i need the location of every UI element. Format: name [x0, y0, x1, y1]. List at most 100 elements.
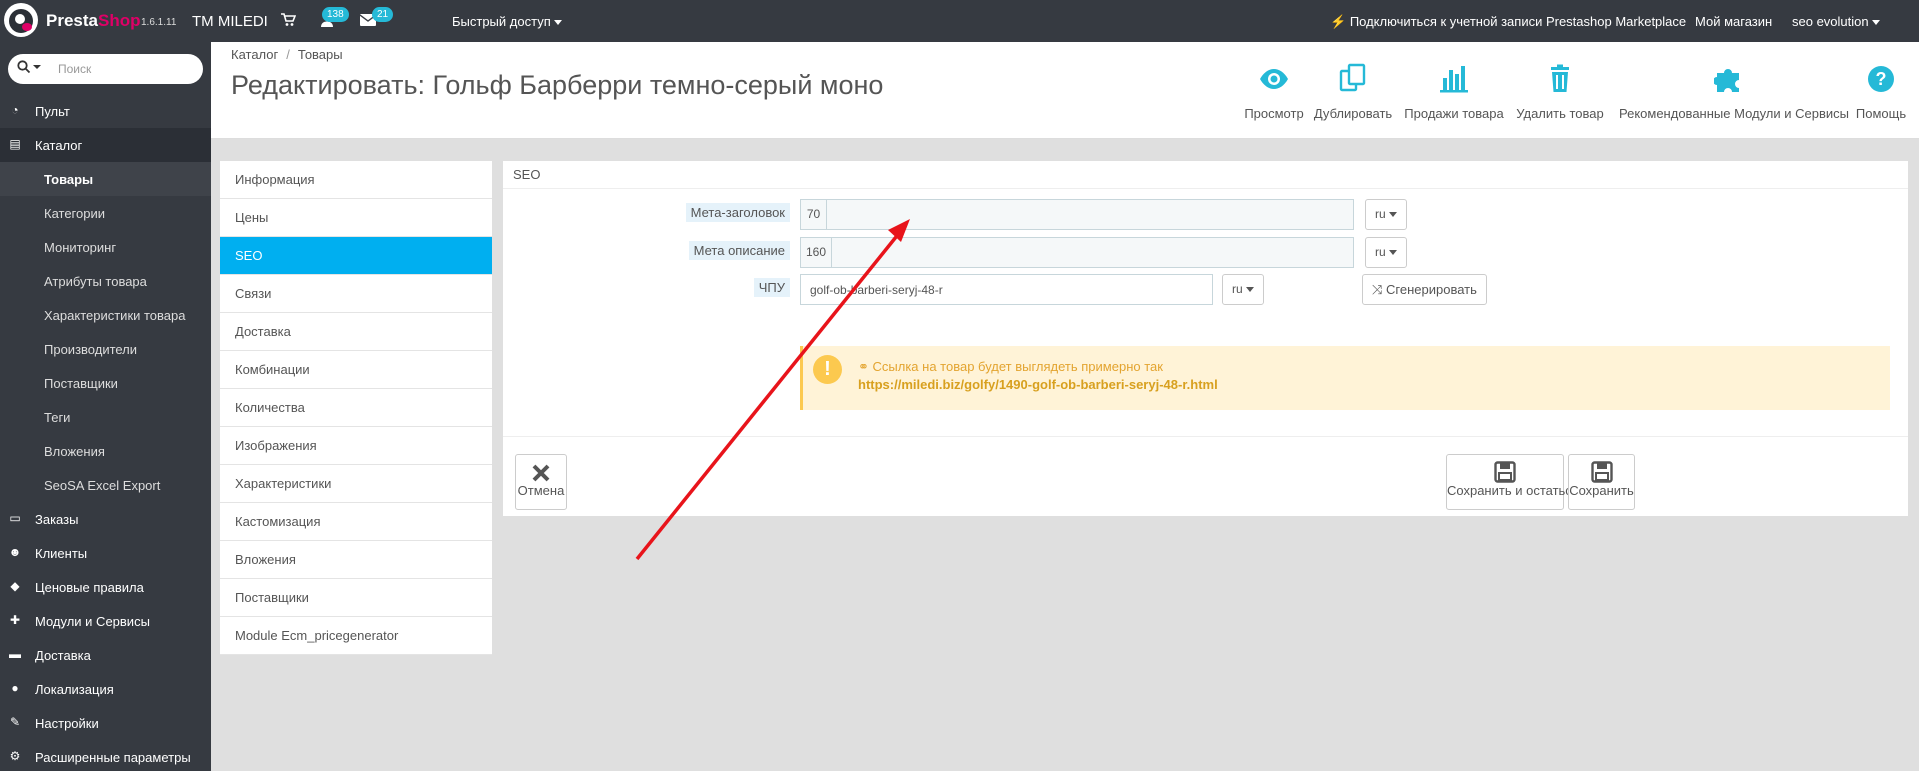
tab-prices[interactable]: Цены: [220, 199, 492, 237]
cart-icon[interactable]: [281, 13, 297, 30]
sidebar-item-catalog[interactable]: ▤ Каталог: [0, 128, 211, 162]
alert-message-text: Ссылка на товар будет выглядеть примерно…: [872, 359, 1163, 374]
sidebar-item-shipping[interactable]: ▬ Доставка: [0, 638, 211, 672]
tab-associations[interactable]: Связи: [220, 275, 492, 313]
sidebar-item-label: Заказы: [35, 512, 79, 527]
tab-suppliers[interactable]: Поставщики: [220, 579, 492, 617]
sidebar-subitem-manufacturers[interactable]: Производители: [0, 332, 211, 366]
friendly-url-value: golf-ob-barberi-seryj-48-r: [810, 283, 943, 297]
save-button[interactable]: Сохранить: [1568, 454, 1635, 510]
recommended-modules-button[interactable]: Рекомендованные Модули и Сервисы: [1619, 60, 1849, 121]
page-title: Редактировать: Гольф Барберри темно-серы…: [231, 70, 884, 100]
alert-url-link[interactable]: https://miledi.biz/golfy/1490-golf-ob-ba…: [858, 377, 1218, 392]
book-icon: ▤: [9, 137, 21, 151]
tab-quantities[interactable]: Количества: [220, 389, 492, 427]
duplicate-button[interactable]: Дублировать: [1312, 60, 1394, 121]
sidebar-item-advanced[interactable]: ⚙ Расширенные параметры: [0, 740, 211, 771]
sidebar-subitem-label: Характеристики товара: [44, 308, 186, 323]
user-menu[interactable]: seo evolution: [1792, 14, 1880, 29]
shuffle-icon: ⤨: [1372, 282, 1383, 297]
brand-presta: Presta: [46, 11, 98, 30]
puzzle-icon: ✚: [9, 613, 21, 627]
tab-features[interactable]: Характеристики: [220, 465, 492, 503]
sidebar-subitem-label: Теги: [44, 410, 71, 425]
sidebar-item-label: Локализация: [35, 682, 114, 697]
breadcrumb-products[interactable]: Товары: [298, 47, 343, 62]
credit-card-icon: ▭: [9, 511, 21, 525]
sidebar-item-modules[interactable]: ✚ Модули и Сервисы: [0, 604, 211, 638]
tab-customization[interactable]: Кастомизация: [220, 503, 492, 541]
panel-title: SEO: [503, 161, 1908, 189]
help-button[interactable]: ? Помощь: [1851, 60, 1911, 121]
marketplace-link[interactable]: ⚡ Подключиться к учетной записи Prestash…: [1330, 14, 1686, 30]
tab-shipping[interactable]: Доставка: [220, 313, 492, 351]
my-shop-link[interactable]: Мой магазин: [1695, 14, 1772, 29]
meta-desc-lang-dropdown[interactable]: ru: [1365, 237, 1407, 268]
sidebar-subitem-suppliers[interactable]: Поставщики: [0, 366, 211, 400]
sidebar-item-price-rules[interactable]: ◆ Ценовые правила: [0, 570, 211, 604]
sidebar-item-label: Доставка: [35, 648, 91, 663]
help-icon: ?: [1851, 60, 1911, 98]
shop-name-link[interactable]: TM MILEDI: [192, 13, 268, 30]
preview-button[interactable]: Просмотр: [1239, 60, 1309, 121]
globe-icon: ●: [11, 681, 19, 695]
cancel-button[interactable]: Отмена: [515, 454, 567, 510]
delete-button[interactable]: Удалить товар: [1515, 60, 1605, 121]
breadcrumb-catalog[interactable]: Каталог: [231, 47, 278, 62]
meta-desc-input[interactable]: 160: [800, 237, 1354, 268]
content-area: Информация Цены SEO Связи Доставка Комби…: [211, 139, 1919, 771]
sidebar-subitem-features[interactable]: Характеристики товара: [0, 298, 211, 332]
messages-badge[interactable]: 21: [372, 7, 394, 22]
meta-title-counter: 70: [801, 200, 827, 229]
brand-name[interactable]: PrestaShop: [46, 11, 140, 31]
plug-icon: ⚡: [1330, 14, 1347, 29]
friendly-url-input[interactable]: golf-ob-barberi-seryj-48-r: [800, 274, 1213, 305]
tab-seo[interactable]: SEO: [220, 237, 492, 275]
prestashop-logo-icon[interactable]: [4, 3, 38, 37]
sidebar-subitem-products[interactable]: Товары: [0, 162, 211, 196]
meta-desc-label: Мета описание: [673, 241, 790, 260]
marketplace-label: Подключиться к учетной записи Prestashop…: [1349, 14, 1687, 29]
sidebar-subitem-label: Товары: [44, 172, 94, 187]
search-placeholder: Поиск: [58, 62, 92, 76]
sidebar-item-settings[interactable]: ✎ Настройки: [0, 706, 211, 740]
sidebar-item-localization[interactable]: ● Локализация: [0, 672, 211, 706]
dashboard-icon: ◔: [11, 103, 19, 117]
sidebar-item-label: Ценовые правила: [35, 580, 144, 595]
sidebar-item-label: Пульт: [35, 104, 70, 119]
sidebar: Поиск ◔ Пульт ▤ Каталог Товары Категории…: [0, 42, 211, 771]
notifications-badge[interactable]: 138: [322, 7, 349, 22]
truck-icon: ▬: [9, 647, 21, 661]
floppy-disk-icon: [1447, 455, 1563, 483]
sidebar-subitem-attachments[interactable]: Вложения: [0, 434, 211, 468]
close-icon: [516, 455, 566, 483]
search-icon[interactable]: [17, 60, 43, 77]
sidebar-subitem-tags[interactable]: Теги: [0, 400, 211, 434]
sidebar-subitem-excel-export[interactable]: SeoSA Excel Export: [0, 468, 211, 502]
lang-label: ru: [1375, 207, 1386, 221]
tab-information[interactable]: Информация: [220, 161, 492, 199]
breadcrumb-separator: /: [286, 47, 290, 62]
tab-module-ecm-pricegenerator[interactable]: Module Ecm_pricegenerator: [220, 617, 492, 655]
meta-title-input[interactable]: 70: [800, 199, 1354, 230]
sidebar-subitem-categories[interactable]: Категории: [0, 196, 211, 230]
quick-access-dropdown[interactable]: Быстрый доступ: [452, 14, 562, 29]
meta-title-lang-dropdown[interactable]: ru: [1365, 199, 1407, 230]
friendly-url-lang-dropdown[interactable]: ru: [1222, 274, 1264, 305]
sidebar-search[interactable]: Поиск: [8, 54, 203, 84]
chevron-down-icon: [553, 20, 562, 26]
generate-button[interactable]: ⤨ Сгенерировать: [1362, 274, 1487, 305]
tab-images[interactable]: Изображения: [220, 427, 492, 465]
sidebar-item-dashboard[interactable]: ◔ Пульт: [0, 94, 211, 128]
friendly-url-label: ЧПУ: [673, 278, 790, 297]
sidebar-subitem-monitoring[interactable]: Мониторинг: [0, 230, 211, 264]
brand-shop: Shop: [97, 11, 141, 30]
save-and-stay-button[interactable]: Сохранить и остаться: [1446, 454, 1579, 510]
tab-combinations[interactable]: Комбинации: [220, 351, 492, 389]
sales-button[interactable]: Продажи товара: [1404, 60, 1504, 121]
sidebar-subitem-attributes[interactable]: Атрибуты товара: [0, 264, 211, 298]
tab-attachments[interactable]: Вложения: [220, 541, 492, 579]
chevron-down-icon: [1388, 250, 1397, 256]
sidebar-item-customers[interactable]: ☻ Клиенты: [0, 536, 211, 570]
sidebar-item-orders[interactable]: ▭ Заказы: [0, 502, 211, 536]
